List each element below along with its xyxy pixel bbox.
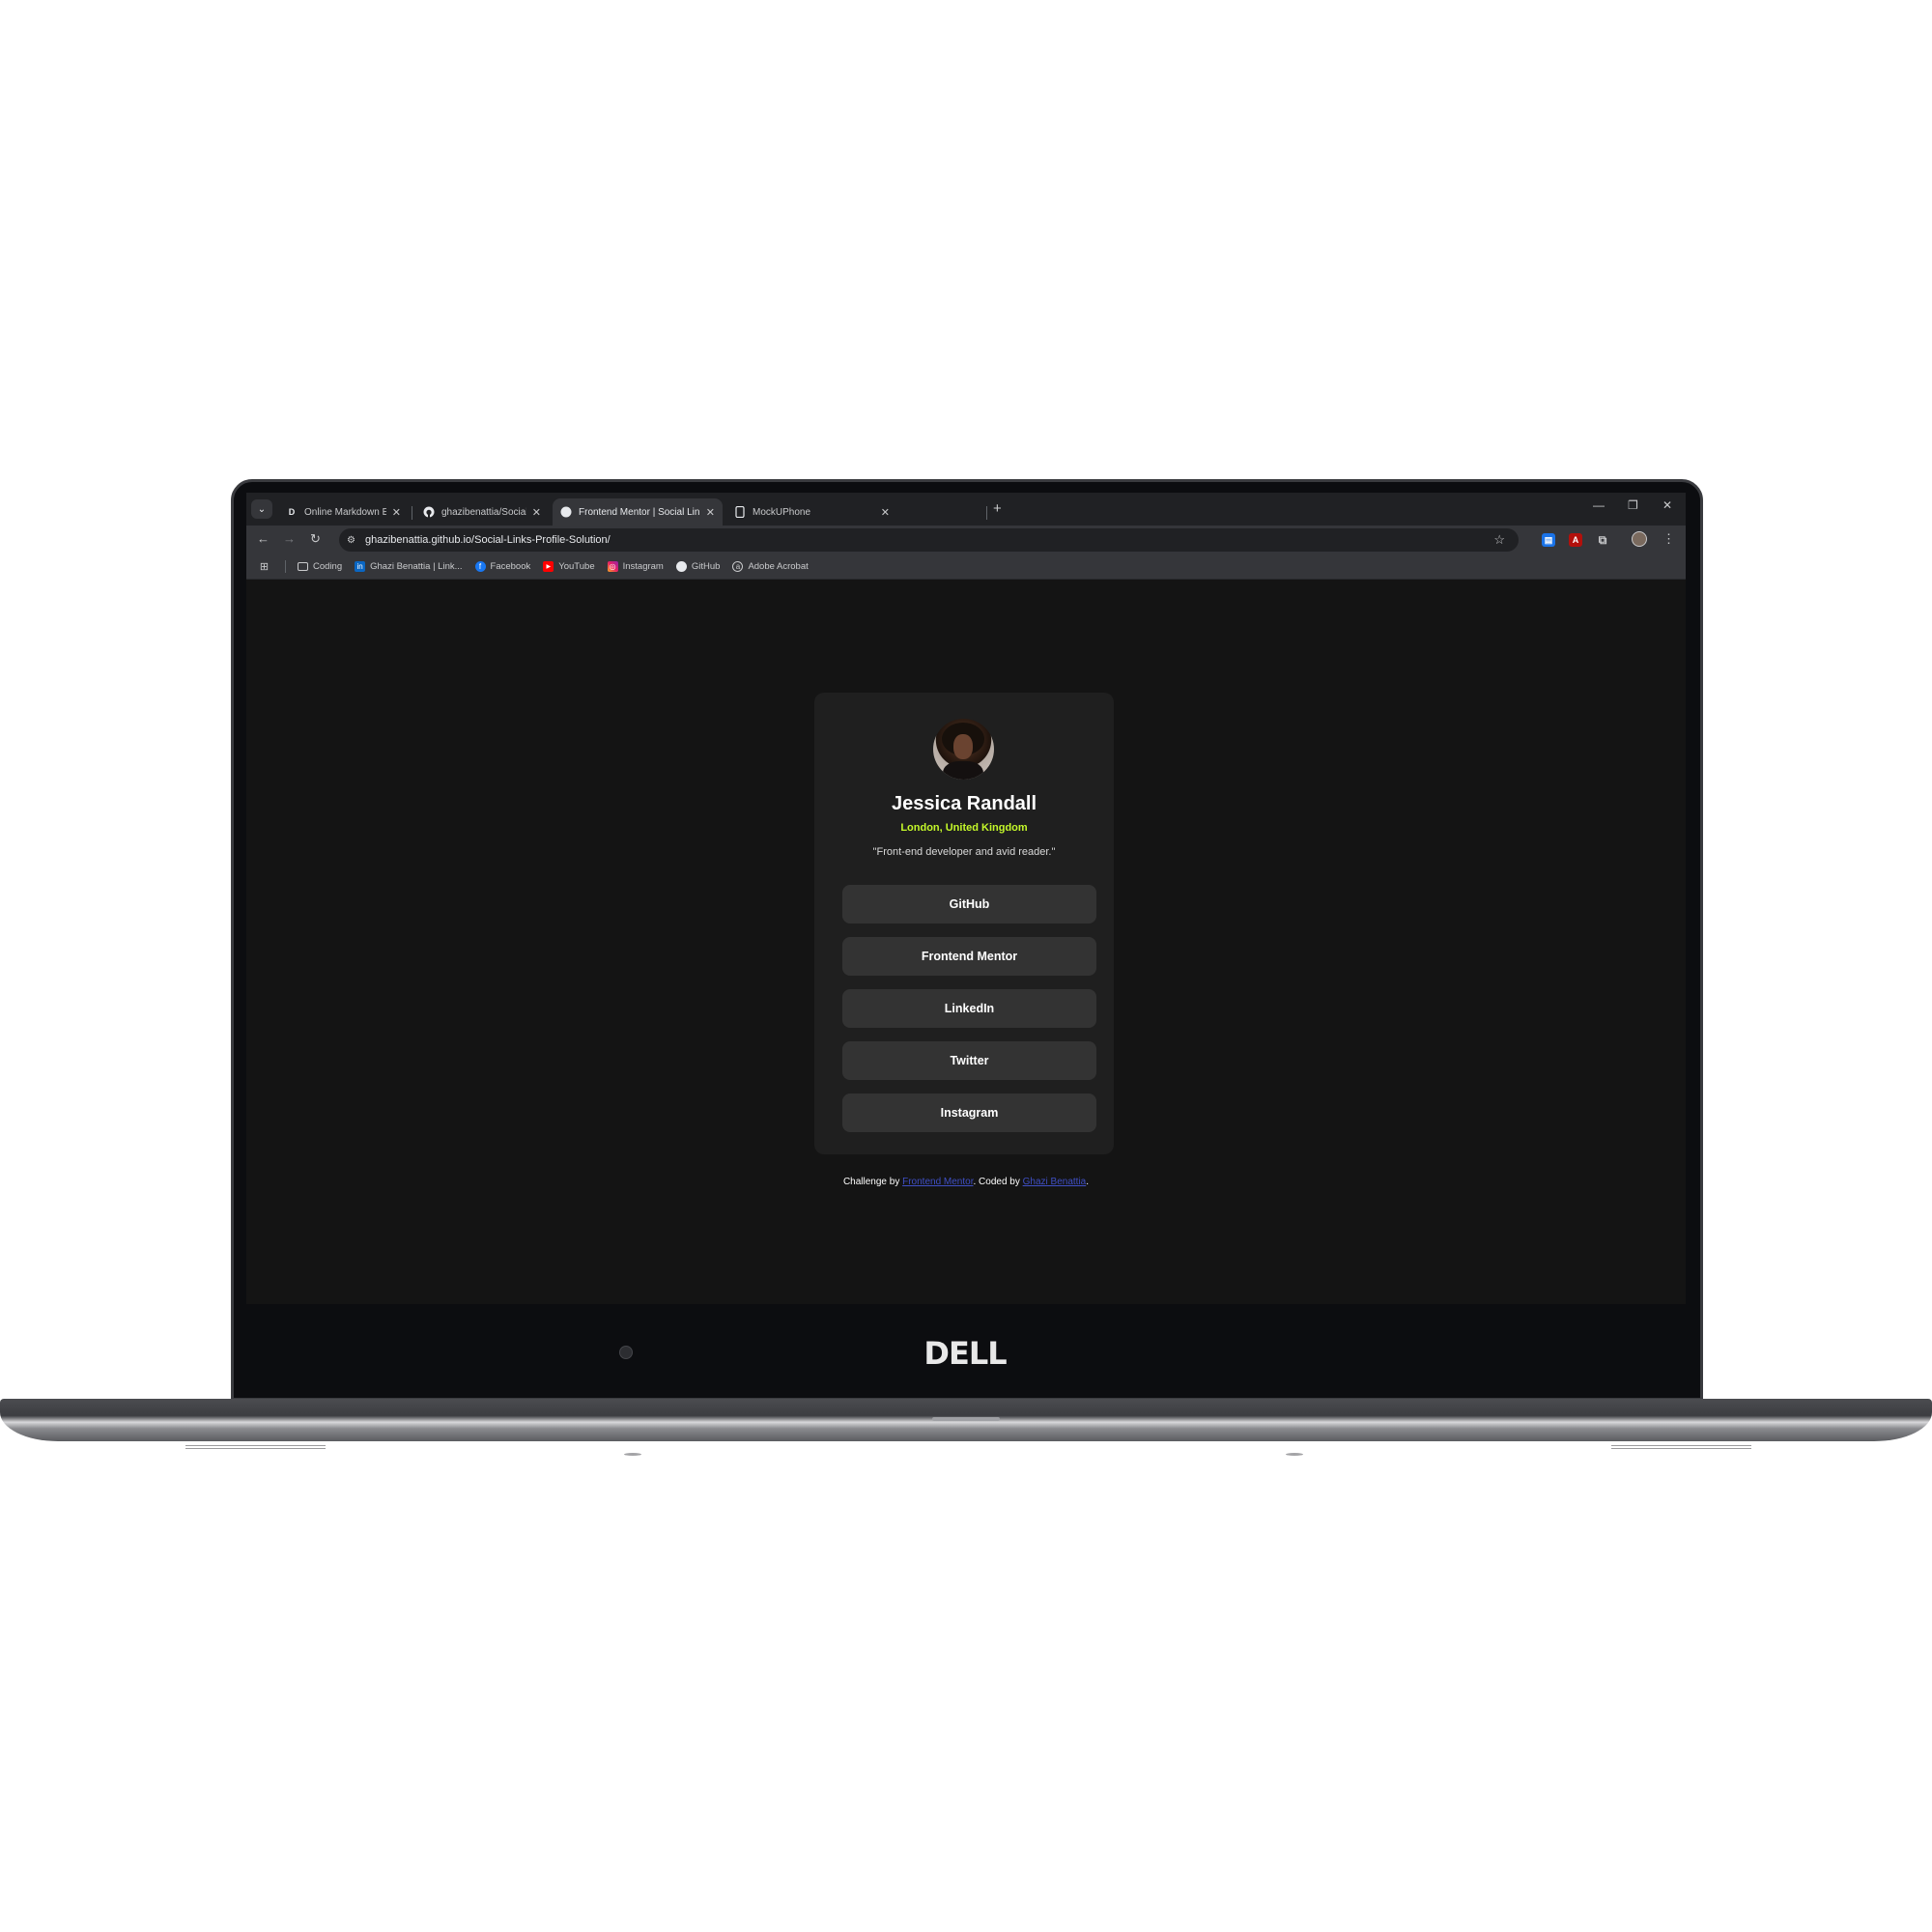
github-icon bbox=[423, 506, 435, 518]
tab-title: MockUPhone bbox=[753, 506, 811, 518]
more-menu-icon[interactable]: ⋮ bbox=[1662, 531, 1675, 547]
laptop-foot bbox=[624, 1453, 641, 1456]
tab-mockuphone[interactable]: MockUPhone ✕ bbox=[726, 498, 897, 526]
github-link-button[interactable]: GitHub bbox=[842, 885, 1096, 923]
profile-name: Jessica Randall bbox=[891, 793, 1037, 814]
bookmark-label: YouTube bbox=[558, 561, 595, 572]
profile-location: London, United Kingdom bbox=[900, 822, 1028, 834]
new-tab-plus-icon[interactable]: + bbox=[993, 500, 1002, 517]
folder-icon bbox=[298, 562, 308, 571]
tab-title: Frontend Mentor | Social Links Profile bbox=[579, 506, 700, 518]
bookmark-instagram[interactable]: ◎ Instagram bbox=[607, 561, 664, 572]
lid-notch bbox=[932, 1417, 1000, 1421]
address-url[interactable]: ghazibenattia.github.io/Social-Links-Pro… bbox=[365, 534, 611, 546]
linkedin-icon: in bbox=[355, 561, 366, 572]
bookmark-adobe-acrobat[interactable]: a Adobe Acrobat bbox=[732, 561, 809, 572]
bookmarks-bar: ⊞ Coding in Ghazi Benattia | Link... f F… bbox=[246, 554, 1686, 580]
bookmark-label: Coding bbox=[313, 561, 343, 572]
instagram-link-button[interactable]: Instagram bbox=[842, 1094, 1096, 1132]
bookmark-label: Instagram bbox=[622, 561, 664, 572]
close-icon[interactable]: ✕ bbox=[706, 506, 715, 519]
laptop-foot bbox=[1286, 1453, 1303, 1456]
bookmark-label: Adobe Acrobat bbox=[748, 561, 809, 572]
tab-title: ghazibenattia/Social-Links-Profile bbox=[441, 506, 526, 518]
adobe-acrobat-icon: a bbox=[732, 561, 744, 572]
profile-card: Jessica Randall London, United Kingdom "… bbox=[814, 693, 1114, 1154]
address-bar[interactable]: ⚙ ghazibenattia.github.io/Social-Links-P… bbox=[339, 528, 1519, 552]
speaker-vent bbox=[185, 1445, 326, 1449]
tab-strip: ⌄ D Online Markdown Editor - Dillinger ✕… bbox=[246, 493, 1686, 526]
close-icon[interactable]: ✕ bbox=[881, 506, 890, 519]
page-viewport: Jessica Randall London, United Kingdom "… bbox=[246, 580, 1686, 1304]
profile-bio: "Front-end developer and avid reader." bbox=[872, 846, 1056, 858]
instagram-icon: ◎ bbox=[607, 561, 618, 572]
extensions-puzzle-icon[interactable]: ⧉ bbox=[1596, 533, 1609, 547]
linkedin-link-button[interactable]: LinkedIn bbox=[842, 989, 1096, 1028]
mockup-stage: ⌄ D Online Markdown Editor - Dillinger ✕… bbox=[0, 0, 1932, 1932]
footer-prefix: Challenge by bbox=[842, 1177, 903, 1187]
adobe-acrobat-icon[interactable]: A bbox=[1569, 533, 1582, 547]
github-icon bbox=[675, 561, 687, 572]
minimize-icon[interactable]: — bbox=[1593, 498, 1605, 512]
site-settings-icon[interactable]: ⚙ bbox=[347, 535, 355, 546]
tab-title: Online Markdown Editor - Dillinger bbox=[304, 506, 386, 518]
avatar bbox=[933, 719, 994, 780]
bookmark-label: Ghazi Benattia | Link... bbox=[370, 561, 463, 572]
facebook-icon: f bbox=[474, 561, 486, 572]
bookmark-label: Facebook bbox=[490, 561, 531, 572]
window-close-icon[interactable]: ✕ bbox=[1662, 498, 1672, 512]
dell-logo: DELL bbox=[923, 1335, 1007, 1372]
close-icon[interactable]: ✕ bbox=[532, 506, 541, 519]
speaker-vent bbox=[1611, 1445, 1751, 1449]
mockuphone-icon bbox=[734, 506, 746, 518]
footer-suffix: . bbox=[1086, 1177, 1090, 1187]
tab-search-button[interactable]: ⌄ bbox=[251, 499, 272, 519]
browser-window: ⌄ D Online Markdown Editor - Dillinger ✕… bbox=[246, 493, 1686, 1304]
tab-github-repo[interactable]: ghazibenattia/Social-Links-Profile ✕ bbox=[415, 498, 549, 526]
bookmark-coding[interactable]: Coding bbox=[298, 561, 342, 572]
reload-icon[interactable]: ↻ bbox=[310, 531, 321, 547]
frontend-mentor-link-button[interactable]: Frontend Mentor bbox=[842, 937, 1096, 976]
bookmark-facebook[interactable]: f Facebook bbox=[474, 561, 531, 572]
bookmark-youtube[interactable]: ▶ YouTube bbox=[543, 561, 595, 572]
apps-grid-icon[interactable]: ⊞ bbox=[259, 561, 274, 573]
extension-icon[interactable]: ▤ bbox=[1542, 533, 1555, 547]
profile-avatar[interactable] bbox=[1632, 531, 1647, 547]
bookmark-github[interactable]: GitHub bbox=[675, 561, 721, 572]
bookmark-star-icon[interactable]: ☆ bbox=[1493, 532, 1505, 548]
tab-frontend-mentor[interactable]: Frontend Mentor | Social Links Profile ✕ bbox=[553, 498, 723, 526]
close-icon[interactable]: ✕ bbox=[392, 506, 401, 519]
twitter-link-button[interactable]: Twitter bbox=[842, 1041, 1096, 1080]
dillinger-icon: D bbox=[288, 507, 296, 517]
youtube-icon: ▶ bbox=[543, 561, 554, 572]
tab-divider bbox=[986, 506, 987, 520]
footer-middle: . Coded by bbox=[973, 1177, 1023, 1187]
frontend-mentor-icon bbox=[560, 506, 572, 518]
author-link[interactable]: Ghazi Benattia bbox=[1023, 1177, 1087, 1187]
bookmark-linkedin[interactable]: in Ghazi Benattia | Link... bbox=[355, 561, 463, 572]
forward-arrow-icon[interactable]: → bbox=[283, 531, 296, 546]
bookmark-label: GitHub bbox=[691, 561, 721, 572]
tab-dillinger[interactable]: D Online Markdown Editor - Dillinger ✕ bbox=[278, 498, 409, 526]
bookmark-divider bbox=[285, 560, 286, 573]
attribution-footer: Challenge by Frontend Mentor. Coded by G… bbox=[246, 1177, 1686, 1187]
browser-toolbar: ← → ↻ ⚙ ghazibenattia.github.io/Social-L… bbox=[246, 526, 1686, 554]
webcam bbox=[619, 1346, 633, 1359]
frontend-mentor-link[interactable]: Frontend Mentor bbox=[902, 1177, 973, 1187]
restore-icon[interactable]: ❐ bbox=[1628, 498, 1638, 512]
back-arrow-icon[interactable]: ← bbox=[257, 531, 270, 546]
